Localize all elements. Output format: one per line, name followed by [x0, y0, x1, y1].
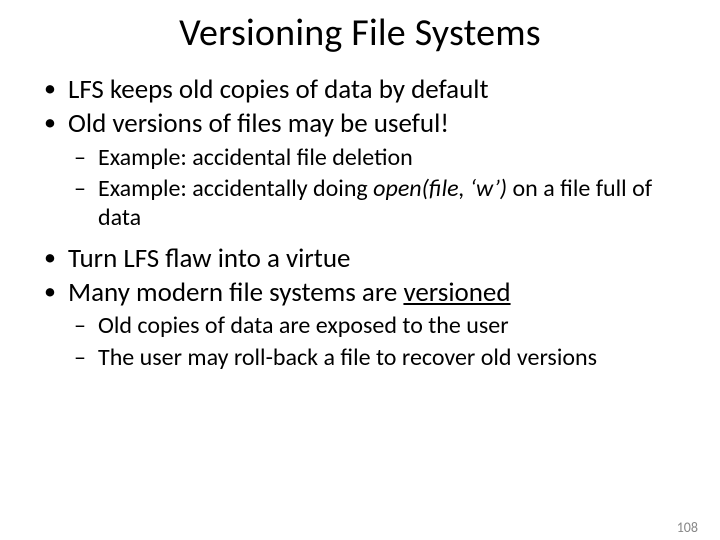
- underlined-text: versioned: [403, 276, 510, 309]
- page-number: 108: [677, 519, 698, 536]
- slide: Versioning File Systems LFS keeps old co…: [0, 10, 720, 540]
- italic-text: open(file, ‘w’): [373, 174, 507, 203]
- bullet-level1: Many modern file systems are versioned: [40, 277, 680, 309]
- bullet-level2: Example: accidental file deletion: [40, 143, 680, 172]
- bullet-level1: Turn LFS flaw into a virtue: [40, 243, 680, 275]
- text-run: Many modern file systems are: [68, 276, 403, 309]
- bullet-list: LFS keeps old copies of data by default …: [40, 74, 680, 372]
- text-run: Example: accidentally doing: [98, 174, 373, 203]
- bullet-level1: Old versions of files may be useful!: [40, 108, 680, 140]
- bullet-level2: Example: accidentally doing open(file, ‘…: [40, 174, 680, 233]
- bullet-level2: Old copies of data are exposed to the us…: [40, 311, 680, 340]
- bullet-level2: The user may roll-back a file to recover…: [40, 343, 680, 372]
- slide-title: Versioning File Systems: [0, 10, 720, 56]
- bullet-level1: LFS keeps old copies of data by default: [40, 74, 680, 106]
